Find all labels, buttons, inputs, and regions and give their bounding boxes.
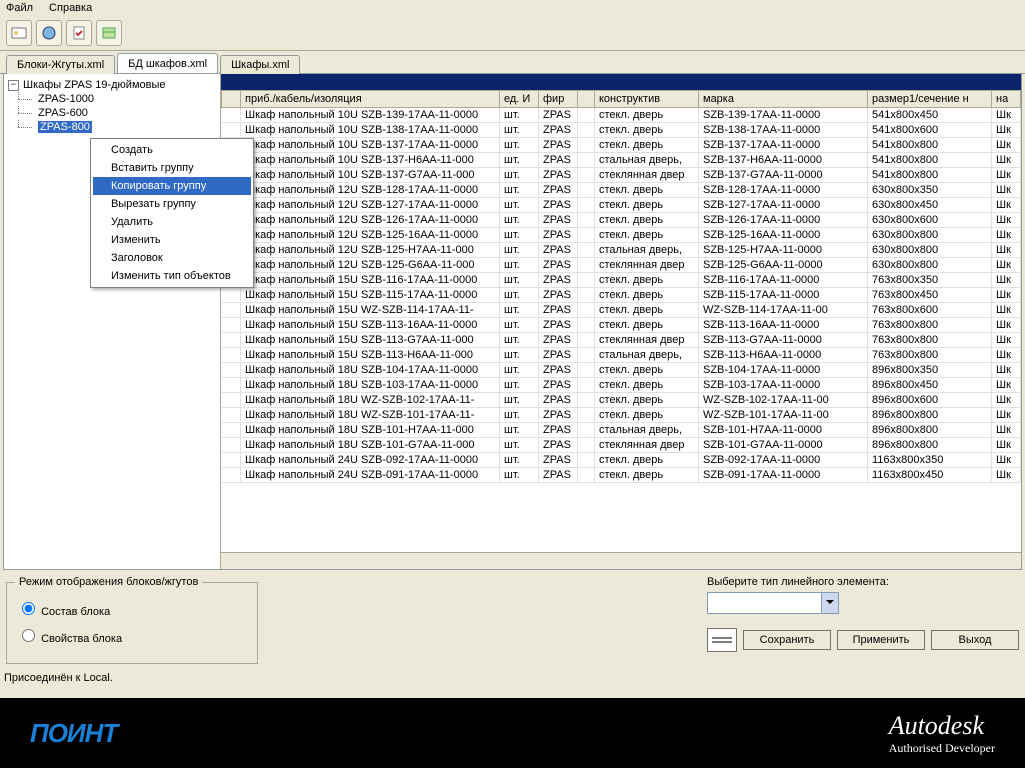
tree-node-zpas800[interactable]: ZPAS-800 bbox=[6, 120, 218, 134]
footer: ПОИНТ AutodeskAuthorised Developer bbox=[0, 698, 1025, 768]
col-size[interactable]: размер1/сечение н bbox=[868, 91, 992, 108]
ctx-edit[interactable]: Изменить bbox=[93, 231, 251, 249]
collapse-icon[interactable]: − bbox=[8, 80, 19, 91]
radio-properties-label: Свойства блока bbox=[41, 633, 122, 645]
table-row[interactable]: Шкаф напольный 24U SZB-092-17AA-11-0000ш… bbox=[222, 453, 1021, 468]
table-row[interactable]: Шкаф напольный 12U SZB-125-H7AA-11-000шт… bbox=[222, 243, 1021, 258]
table-row[interactable]: Шкаф напольный 10U SZB-139-17AA-11-0000ш… bbox=[222, 108, 1021, 123]
menu-file[interactable]: Файл bbox=[6, 2, 33, 14]
table-row[interactable]: Шкаф напольный 12U SZB-126-17AA-11-0000ш… bbox=[222, 213, 1021, 228]
tab-bd-shkafov[interactable]: БД шкафов.xml bbox=[117, 53, 218, 73]
right-controls: Выберите тип линейного элемента: Сохрани… bbox=[707, 576, 1019, 664]
toolbar-btn-1[interactable] bbox=[6, 20, 32, 46]
col-sep[interactable] bbox=[578, 91, 595, 108]
table-row[interactable]: Шкаф напольный 18U SZB-101-G7AA-11-000шт… bbox=[222, 438, 1021, 453]
ctx-create[interactable]: Создать bbox=[93, 141, 251, 159]
file-tabs: Блоки-Жгуты.xml БД шкафов.xml Шкафы.xml bbox=[0, 51, 1025, 74]
tab-bloki[interactable]: Блоки-Жгуты.xml bbox=[6, 55, 115, 74]
tree-node-zpas1000[interactable]: ZPAS-1000 bbox=[6, 92, 218, 106]
table-row[interactable]: Шкаф напольный 12U SZB-125-16AA-11-0000ш… bbox=[222, 228, 1021, 243]
table-row[interactable]: Шкаф напольный 24U SZB-091-17AA-11-0000ш… bbox=[222, 468, 1021, 483]
apply-button[interactable]: Применить bbox=[837, 630, 925, 650]
table-row[interactable]: Шкаф напольный 12U SZB-128-17AA-11-0000ш… bbox=[222, 183, 1021, 198]
col-blank[interactable] bbox=[222, 91, 241, 108]
toolbar-btn-4[interactable] bbox=[96, 20, 122, 46]
toolbar-btn-2[interactable] bbox=[36, 20, 62, 46]
data-grid[interactable]: приб./кабель/изоляция ед. И фир конструк… bbox=[221, 90, 1021, 552]
table-row[interactable]: Шкаф напольный 18U WZ-SZB-101-17AA-11-шт… bbox=[222, 408, 1021, 423]
horizontal-scrollbar[interactable] bbox=[221, 552, 1021, 569]
grid-panel: приб./кабель/изоляция ед. И фир конструк… bbox=[221, 74, 1021, 569]
toolbar bbox=[0, 16, 1025, 51]
table-row[interactable]: Шкаф напольный 18U SZB-101-H7AA-11-000шт… bbox=[222, 423, 1021, 438]
footer-logo-right: AutodeskAuthorised Developer bbox=[889, 711, 995, 756]
user-card-icon bbox=[11, 25, 27, 41]
table-row[interactable]: Шкаф напольный 12U SZB-125-G6AA-11-000шт… bbox=[222, 258, 1021, 273]
table-row[interactable]: Шкаф напольный 15U SZB-113-H6AA-11-000шт… bbox=[222, 348, 1021, 363]
table-row[interactable]: Шкаф напольный 18U SZB-103-17AA-11-0000ш… bbox=[222, 378, 1021, 393]
ctx-cut-group[interactable]: Вырезать группу bbox=[93, 195, 251, 213]
footer-logo-left: ПОИНТ bbox=[30, 718, 117, 749]
table-row[interactable]: Шкаф напольный 12U SZB-127-17AA-11-0000ш… bbox=[222, 198, 1021, 213]
linetype-combo[interactable] bbox=[707, 592, 839, 614]
grid-title-bar bbox=[221, 74, 1021, 90]
save-button[interactable]: Сохранить bbox=[743, 630, 831, 650]
ctx-header[interactable]: Заголовок bbox=[93, 249, 251, 267]
linetype-label: Выберите тип линейного элемента: bbox=[707, 576, 1019, 588]
globe-icon bbox=[41, 25, 57, 41]
table-row[interactable]: Шкаф напольный 10U SZB-137-H6AA-11-000шт… bbox=[222, 153, 1021, 168]
radio-properties-input[interactable] bbox=[22, 629, 35, 642]
radio-composition[interactable]: Состав блока bbox=[17, 599, 247, 618]
table-row[interactable]: Шкаф напольный 15U SZB-116-17AA-11-0000ш… bbox=[222, 273, 1021, 288]
col-mark[interactable]: марка bbox=[699, 91, 868, 108]
table-row[interactable]: Шкаф напольный 15U SZB-113-G7AA-11-000шт… bbox=[222, 333, 1021, 348]
bottom-panel: Режим отображения блоков/жгутов Состав б… bbox=[0, 570, 1025, 670]
radio-properties[interactable]: Свойства блока bbox=[17, 626, 247, 645]
main-window: Файл Справка Блоки-Жгуты.xml БД шкафов.x… bbox=[0, 0, 1025, 768]
col-unit[interactable]: ед. И bbox=[500, 91, 539, 108]
group-title: Режим отображения блоков/жгутов bbox=[15, 576, 202, 588]
col-firm[interactable]: фир bbox=[539, 91, 578, 108]
radio-composition-label: Состав блока bbox=[41, 606, 110, 618]
ctx-delete[interactable]: Удалить bbox=[93, 213, 251, 231]
table-row[interactable]: Шкаф напольный 10U SZB-137-17AA-11-0000ш… bbox=[222, 138, 1021, 153]
menu-help[interactable]: Справка bbox=[49, 2, 92, 14]
table-icon bbox=[101, 25, 117, 41]
ctx-change-type[interactable]: Изменить тип объектов bbox=[93, 267, 251, 285]
ctx-copy-group[interactable]: Копировать группу bbox=[93, 177, 251, 195]
doc-check-icon bbox=[71, 25, 87, 41]
exit-button[interactable]: Выход bbox=[931, 630, 1019, 650]
table-row[interactable]: Шкаф напольный 18U WZ-SZB-102-17AA-11-шт… bbox=[222, 393, 1021, 408]
col-na[interactable]: на bbox=[992, 91, 1021, 108]
col-cable[interactable]: приб./кабель/изоляция bbox=[241, 91, 500, 108]
grid-header[interactable]: приб./кабель/изоляция ед. И фир конструк… bbox=[222, 91, 1021, 108]
tree-node-zpas600[interactable]: ZPAS-600 bbox=[6, 106, 218, 120]
table-row[interactable]: Шкаф напольный 10U SZB-137-G7AA-11-000шт… bbox=[222, 168, 1021, 183]
ctx-insert-group[interactable]: Вставить группу bbox=[93, 159, 251, 177]
status-bar: Присоединён к Local. bbox=[4, 672, 113, 684]
table-row[interactable]: Шкаф напольный 15U SZB-115-17AA-11-0000ш… bbox=[222, 288, 1021, 303]
tab-shkafy[interactable]: Шкафы.xml bbox=[220, 55, 300, 74]
table-row[interactable]: Шкаф напольный 18U SZB-104-17AA-11-0000ш… bbox=[222, 363, 1021, 378]
table-row[interactable]: Шкаф напольный 10U SZB-138-17AA-11-0000ш… bbox=[222, 123, 1021, 138]
menubar: Файл Справка bbox=[0, 0, 1025, 16]
table-row[interactable]: Шкаф напольный 15U SZB-113-16AA-11-0000ш… bbox=[222, 318, 1021, 333]
radio-composition-input[interactable] bbox=[22, 602, 35, 615]
col-construct[interactable]: конструктив bbox=[595, 91, 699, 108]
linetype-preview bbox=[707, 628, 737, 652]
context-menu: Создать Вставить группу Копировать групп… bbox=[90, 138, 254, 288]
tree-root[interactable]: −Шкафы ZPAS 19-дюймовые bbox=[6, 78, 218, 92]
table-row[interactable]: Шкаф напольный 15U WZ-SZB-114-17AA-11-шт… bbox=[222, 303, 1021, 318]
display-mode-group: Режим отображения блоков/жгутов Состав б… bbox=[6, 582, 258, 664]
toolbar-btn-3[interactable] bbox=[66, 20, 92, 46]
line-sample-icon bbox=[712, 636, 732, 644]
